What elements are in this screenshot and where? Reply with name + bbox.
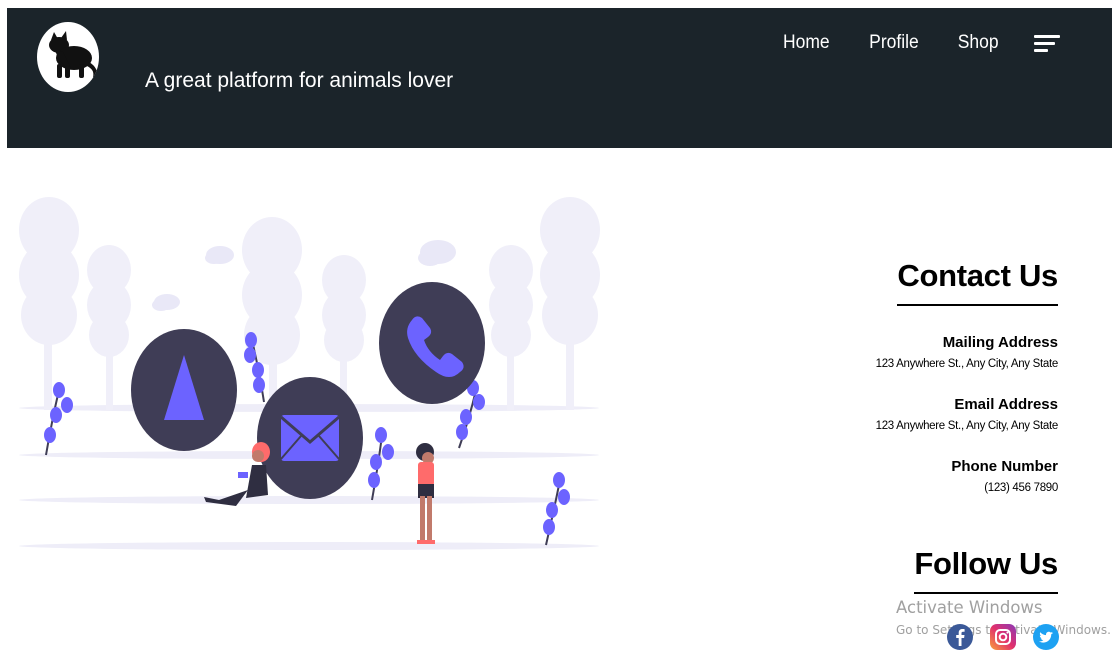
main-nav: Home Profile Shop bbox=[746, 32, 1060, 54]
phone-icon bbox=[379, 282, 485, 404]
email-address-title: Email Address bbox=[954, 396, 1058, 413]
nav-shop-link[interactable]: Shop bbox=[957, 32, 998, 54]
envelope-icon bbox=[257, 377, 363, 499]
phone-number-value: (123) 456 7890 bbox=[984, 482, 1058, 494]
mailing-address-value: 123 Anywhere St., Any City, Any State bbox=[875, 358, 1059, 370]
navigation-arrow-icon bbox=[131, 329, 237, 451]
site-header: A great platform for animals lover Home … bbox=[7, 8, 1112, 148]
logo[interactable] bbox=[37, 22, 99, 92]
twitter-icon[interactable] bbox=[1033, 624, 1059, 650]
email-address-block: Email Address 123 Anywhere St., Any City… bbox=[798, 396, 1059, 432]
site-tagline: A great platform for animals lover bbox=[145, 69, 454, 92]
contact-us-illustration bbox=[14, 190, 604, 560]
follow-title: Follow Us bbox=[914, 546, 1058, 594]
phone-number-block: Phone Number (123) 456 7890 bbox=[798, 458, 1058, 494]
contact-section: Contact Us Mailing Address 123 Anywhere … bbox=[798, 258, 1059, 494]
mailing-address-title: Mailing Address bbox=[942, 334, 1058, 351]
instagram-icon[interactable] bbox=[990, 624, 1016, 650]
contact-title: Contact Us bbox=[897, 258, 1058, 306]
nav-profile-link[interactable]: Profile bbox=[869, 32, 919, 54]
social-links bbox=[947, 624, 1059, 650]
menu-lines-icon[interactable] bbox=[1034, 32, 1060, 54]
mailing-address-block: Mailing Address 123 Anywhere St., Any Ci… bbox=[798, 334, 1059, 370]
phone-number-title: Phone Number bbox=[951, 458, 1058, 475]
follow-section: Follow Us bbox=[914, 546, 1058, 594]
facebook-icon[interactable] bbox=[947, 624, 973, 650]
cat-silhouette-icon bbox=[49, 31, 98, 78]
nav-home-link[interactable]: Home bbox=[783, 32, 830, 54]
watermark-title: Activate Windows bbox=[896, 598, 1043, 617]
email-address-value: 123 Anywhere St., Any City, Any State bbox=[875, 420, 1059, 432]
